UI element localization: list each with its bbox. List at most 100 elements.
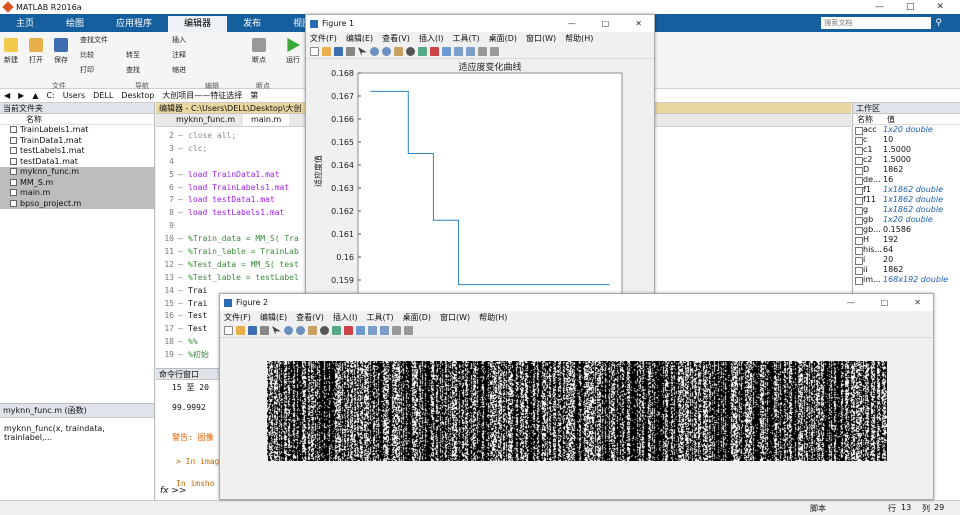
find-files-button[interactable]: 查找文件 bbox=[80, 35, 108, 45]
menu-item[interactable]: 查看(V) bbox=[296, 312, 324, 323]
brush-icon[interactable] bbox=[430, 47, 439, 56]
menu-item[interactable]: 帮助(H) bbox=[565, 33, 593, 44]
file-item[interactable]: myknn_func.m bbox=[0, 167, 154, 178]
zoom-in-icon[interactable] bbox=[284, 326, 293, 335]
close-icon[interactable]: ✕ bbox=[914, 298, 921, 307]
workspace-variable[interactable]: acc 1x20 double bbox=[853, 125, 960, 135]
menu-item[interactable]: 文件(F) bbox=[224, 312, 251, 323]
tab-plots[interactable]: 绘图 bbox=[50, 16, 100, 32]
breakpoint-gutter[interactable]: – bbox=[178, 246, 188, 259]
workspace-variable[interactable]: de... 16 bbox=[853, 175, 960, 185]
ws-value-header[interactable]: 值 bbox=[887, 114, 895, 124]
breakpoint-gutter[interactable]: – bbox=[178, 182, 188, 195]
print-button[interactable]: 打印 bbox=[80, 65, 94, 75]
open-icon[interactable] bbox=[322, 47, 331, 56]
workspace-variable[interactable]: ii 1862 bbox=[853, 265, 960, 275]
tab-editor[interactable]: 编辑器 bbox=[168, 16, 228, 32]
workspace-variable[interactable]: c 10 bbox=[853, 135, 960, 145]
save-icon[interactable] bbox=[334, 47, 343, 56]
menu-item[interactable]: 插入(I) bbox=[333, 312, 358, 323]
workspace-variable[interactable]: c1 1.5000 bbox=[853, 145, 960, 155]
zoom-out-icon[interactable] bbox=[296, 326, 305, 335]
hide-tools-icon[interactable] bbox=[392, 326, 401, 335]
menu-item[interactable]: 窗口(W) bbox=[440, 312, 470, 323]
goto-button[interactable]: 转至 bbox=[126, 50, 140, 60]
compare-button[interactable]: 比较 bbox=[80, 50, 94, 60]
show-tools-icon[interactable] bbox=[404, 326, 413, 335]
print-icon[interactable] bbox=[346, 47, 355, 56]
colorbar-icon[interactable] bbox=[454, 47, 463, 56]
breakpoint-gutter[interactable]: – bbox=[178, 298, 188, 311]
workspace-variable[interactable]: c2 1.5000 bbox=[853, 155, 960, 165]
breakpoint-gutter[interactable]: – bbox=[178, 272, 188, 285]
maximize-icon[interactable]: □ bbox=[881, 298, 889, 307]
menu-item[interactable]: 编辑(E) bbox=[346, 33, 373, 44]
open-button[interactable]: 打开 bbox=[29, 38, 43, 65]
file-item[interactable]: main.m bbox=[0, 188, 154, 199]
tab-myknn-func[interactable]: myknn_func.m bbox=[168, 114, 243, 126]
menu-item[interactable]: 文件(F) bbox=[310, 33, 337, 44]
close-icon[interactable]: ✕ bbox=[635, 19, 642, 28]
workspace-variable[interactable]: f11 1x1862 double bbox=[853, 195, 960, 205]
breakpoint-gutter[interactable]: – bbox=[178, 233, 188, 246]
menu-item[interactable]: 工具(T) bbox=[452, 33, 479, 44]
breakpoints-button[interactable]: 断点 bbox=[252, 38, 266, 65]
forward-icon[interactable]: ▶ bbox=[18, 91, 24, 100]
insert-button[interactable]: 插入 bbox=[172, 35, 186, 45]
file-item[interactable]: TrainLabels1.mat bbox=[0, 125, 154, 136]
breakpoint-gutter[interactable]: – bbox=[178, 259, 188, 272]
tab-publish[interactable]: 发布 bbox=[227, 16, 277, 32]
file-item[interactable]: testData1.mat bbox=[0, 157, 154, 168]
path-segment[interactable]: 第 bbox=[250, 90, 258, 101]
zoom-out-icon[interactable] bbox=[382, 47, 391, 56]
menu-item[interactable]: 窗口(W) bbox=[526, 33, 556, 44]
maximize-icon[interactable]: □ bbox=[602, 19, 610, 28]
menu-item[interactable]: 编辑(E) bbox=[260, 312, 287, 323]
breakpoint-gutter[interactable]: – bbox=[178, 130, 188, 143]
pointer-icon[interactable] bbox=[358, 47, 367, 56]
pointer-icon[interactable] bbox=[272, 326, 281, 335]
workspace-variable[interactable]: D 1862 bbox=[853, 165, 960, 175]
menu-item[interactable]: 查看(V) bbox=[382, 33, 410, 44]
menu-item[interactable]: 帮助(H) bbox=[479, 312, 507, 323]
path-segment[interactable]: 大创项目——特征选择 bbox=[162, 90, 242, 101]
zoom-in-icon[interactable] bbox=[370, 47, 379, 56]
search-icon[interactable]: ⚲ bbox=[935, 18, 942, 28]
legend-icon[interactable] bbox=[466, 47, 475, 56]
save-icon[interactable] bbox=[248, 326, 257, 335]
rotate-icon[interactable] bbox=[320, 326, 329, 335]
workspace-variable[interactable]: im... 168x192 double bbox=[853, 275, 960, 285]
new-figure-icon[interactable] bbox=[310, 47, 319, 56]
file-item[interactable]: bpso_project.m bbox=[0, 198, 154, 209]
tab-home[interactable]: 主页 bbox=[0, 16, 50, 32]
breakpoint-gutter[interactable]: – bbox=[178, 194, 188, 207]
path-segment[interactable]: Users bbox=[63, 91, 85, 100]
save-button[interactable]: 保存 bbox=[54, 38, 68, 65]
pan-icon[interactable] bbox=[308, 326, 317, 335]
breakpoint-gutter[interactable]: – bbox=[178, 207, 188, 220]
workspace-variable[interactable]: gb 1x20 double bbox=[853, 215, 960, 225]
workspace-variable[interactable]: gb... 0.1586 bbox=[853, 225, 960, 235]
breakpoint-gutter[interactable]: – bbox=[178, 169, 188, 182]
open-icon[interactable] bbox=[236, 326, 245, 335]
ws-name-header[interactable]: 名称 bbox=[853, 114, 887, 124]
back-icon[interactable]: ◀ bbox=[4, 91, 10, 100]
path-segment[interactable]: DELL bbox=[93, 91, 113, 100]
link-icon[interactable] bbox=[356, 326, 365, 335]
file-item[interactable]: MM_S.m bbox=[0, 177, 154, 188]
workspace-variable[interactable]: H 192 bbox=[853, 235, 960, 245]
tab-main[interactable]: main.m bbox=[243, 114, 290, 126]
name-column-header[interactable]: 名称 bbox=[0, 114, 154, 125]
data-cursor-icon[interactable] bbox=[332, 326, 341, 335]
path-segment[interactable]: C: bbox=[46, 91, 54, 100]
workspace-variable[interactable]: his... 64 bbox=[853, 245, 960, 255]
colorbar-icon[interactable] bbox=[368, 326, 377, 335]
search-documentation-input[interactable]: 搜索文档 bbox=[821, 17, 932, 29]
legend-icon[interactable] bbox=[380, 326, 389, 335]
show-tools-icon[interactable] bbox=[490, 47, 499, 56]
new-figure-icon[interactable] bbox=[224, 326, 233, 335]
breakpoint-gutter[interactable]: – bbox=[178, 349, 188, 362]
menu-item[interactable]: 工具(T) bbox=[366, 312, 393, 323]
maximize-icon[interactable]: □ bbox=[906, 2, 915, 12]
minimize-icon[interactable]: — bbox=[568, 19, 576, 28]
